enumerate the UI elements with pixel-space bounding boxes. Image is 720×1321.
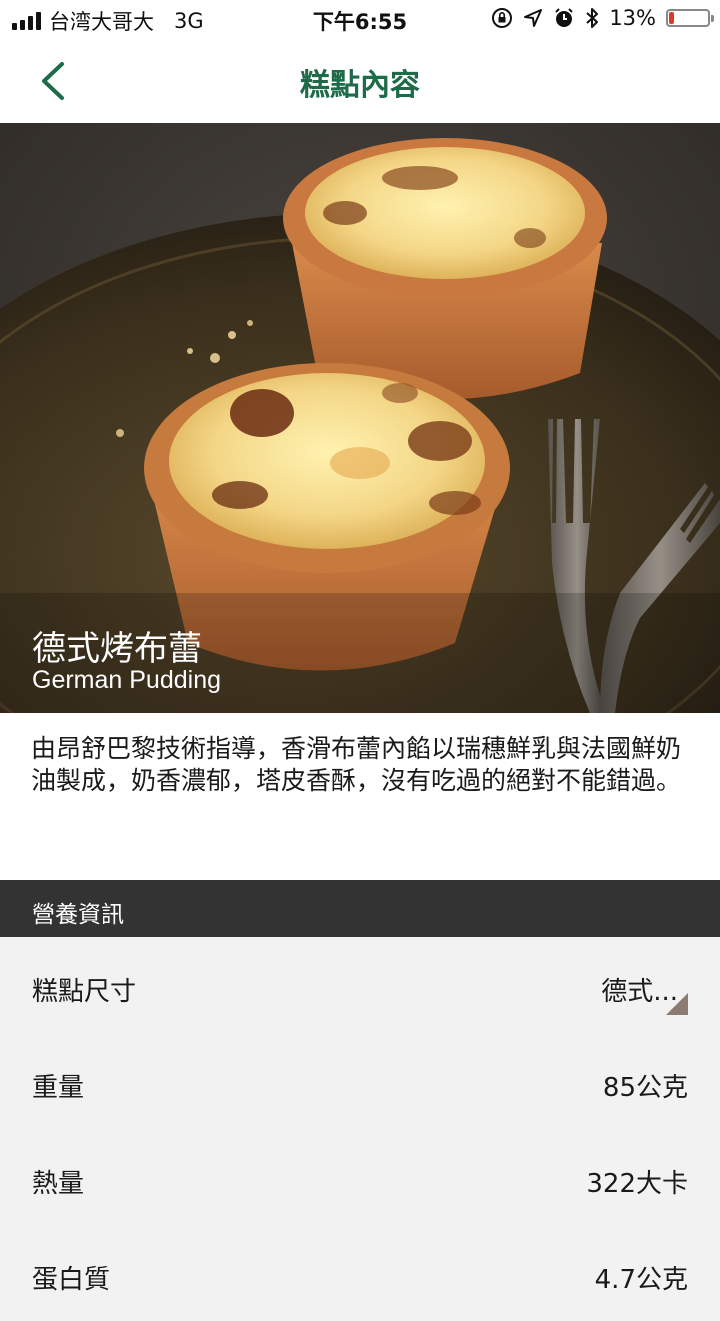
battery-percent: 13%	[609, 6, 656, 30]
product-name-en: German Pudding	[32, 666, 222, 694]
product-description: 由昂舒巴黎技術指導，香滑布蕾內餡以瑞穗鮮乳與法國鮮奶油製成，奶香濃郁，塔皮香酥，…	[0, 713, 720, 880]
weight-value: 85公克	[602, 1073, 688, 1103]
size-dropdown[interactable]: 德式...	[568, 971, 688, 1021]
nutrition-header: 營養資訊	[0, 880, 720, 937]
orientation-lock-icon	[492, 8, 513, 28]
nav-bar: 糕點內容	[0, 40, 720, 123]
status-right: 13%	[491, 6, 714, 30]
nutrition-row: 重量 85公克	[0, 1033, 720, 1129]
location-icon	[524, 9, 543, 27]
battery-icon	[666, 9, 714, 27]
bluetooth-icon	[586, 8, 599, 28]
protein-value: 4.7公克	[594, 1265, 688, 1295]
calories-value: 322大卡	[586, 1169, 688, 1199]
status-bar: 台湾大哥大 3G 下午6:55 13%	[0, 0, 720, 40]
product-hero-image: 德式烤布蕾 German Pudding	[0, 123, 720, 713]
size-label: 糕點尺寸	[32, 977, 137, 1007]
product-name-zh: 德式烤布蕾	[32, 629, 202, 669]
dropdown-corner-icon	[666, 993, 688, 1015]
calories-label: 熱量	[32, 1169, 85, 1199]
alarm-icon	[555, 8, 574, 27]
nutrition-row: 熱量 322大卡	[0, 1129, 720, 1225]
page-title: 糕點內容	[300, 68, 420, 103]
nutrition-row: 蛋白質 4.7公克	[0, 1225, 720, 1321]
battery-level	[669, 12, 674, 24]
weight-label: 重量	[32, 1073, 85, 1103]
size-row: 糕點尺寸 德式...	[0, 937, 720, 1033]
protein-label: 蛋白質	[32, 1265, 111, 1295]
